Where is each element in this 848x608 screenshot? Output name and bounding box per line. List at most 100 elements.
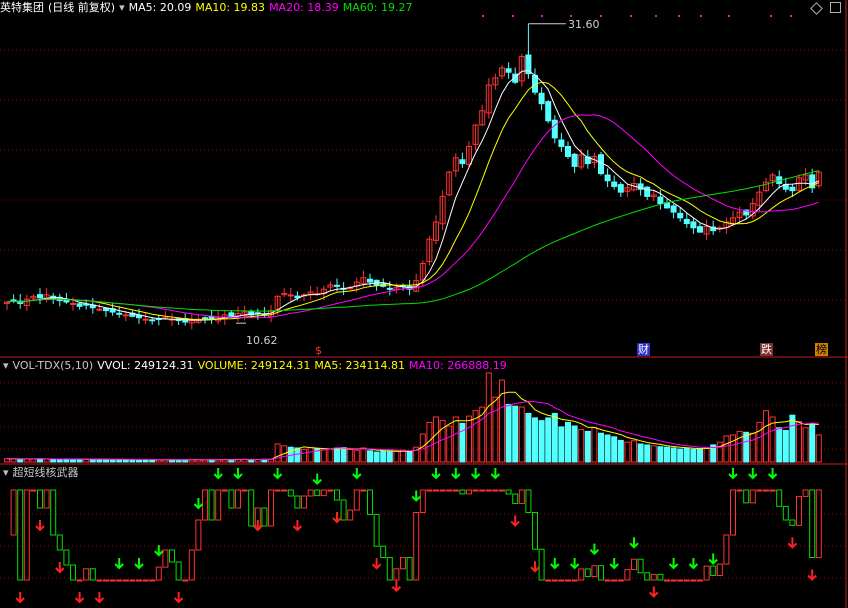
- indicator-box: [664, 579, 670, 582]
- buy-arrow: [708, 553, 718, 565]
- indicator-box: [723, 534, 730, 565]
- candle-body: [96, 308, 103, 311]
- indicator-box: [604, 579, 611, 582]
- volume-bar: [657, 446, 664, 463]
- candle-body: [334, 284, 340, 287]
- candle-body: [545, 101, 552, 122]
- volume-bar: [631, 440, 637, 463]
- indicator-box: [782, 505, 789, 521]
- candle-body: [142, 318, 149, 321]
- volume-bar: [683, 447, 690, 463]
- indicator-box: [644, 572, 651, 581]
- indicator-box: [763, 489, 769, 492]
- volume-bar: [373, 451, 380, 463]
- ma10-line: [6, 81, 820, 321]
- volume-bar: [367, 450, 373, 463]
- indicator-box: [624, 569, 631, 581]
- volume-bar: [578, 429, 585, 463]
- indicator-box: [617, 579, 624, 582]
- indicator-box: [657, 573, 664, 581]
- volume-bar: [518, 406, 525, 463]
- indicator-box: [650, 573, 657, 581]
- indicator-box: [10, 489, 17, 536]
- candle-body: [459, 159, 466, 165]
- financial-report-tag[interactable]: 财: [637, 343, 650, 356]
- indicator-box: [571, 579, 578, 582]
- indicator-box: [545, 579, 552, 582]
- candle-body: [386, 287, 393, 290]
- sell-arrow: [787, 537, 798, 549]
- sell-arrow: [332, 512, 342, 524]
- candle-body: [789, 186, 796, 192]
- indicator-box: [320, 489, 327, 497]
- indicator-box: [499, 489, 505, 492]
- indicator-box: [261, 507, 268, 527]
- indicator-box: [796, 495, 802, 526]
- volume-bar: [809, 423, 816, 463]
- dropdown-icon[interactable]: ▾: [3, 466, 9, 479]
- indicator-box: [683, 579, 690, 582]
- volume-bar: [116, 459, 123, 463]
- candle-body: [617, 184, 624, 193]
- indicator-box: [17, 489, 24, 581]
- dropdown-icon[interactable]: ▾: [119, 1, 125, 14]
- indicator-box: [56, 534, 63, 551]
- volume-bar: [677, 448, 684, 463]
- volume-bar: [565, 421, 571, 463]
- indicator-box: [492, 489, 499, 492]
- buy-arrow: [767, 468, 778, 480]
- candle-body: [103, 307, 109, 312]
- indicator-box: [169, 549, 175, 563]
- sell-arrow: [55, 562, 65, 574]
- indicator-box: [479, 489, 486, 492]
- volume-bar: [380, 450, 387, 463]
- indicator-box: [446, 489, 453, 492]
- indicator-box: [50, 489, 57, 536]
- indicator-box: [452, 489, 459, 492]
- event-tag-rank[interactable]: 榜: [815, 343, 828, 356]
- indicator-box: [96, 579, 103, 582]
- volume-bar: [492, 396, 499, 463]
- indicator-box: [327, 489, 334, 492]
- indicator-box: [301, 495, 307, 509]
- signal-dot: [630, 15, 632, 17]
- indicator-box: [221, 489, 228, 492]
- candle-body: [558, 139, 565, 147]
- candle-body: [149, 319, 156, 322]
- volume-bar: [294, 447, 301, 463]
- buy-arrow: [490, 468, 501, 480]
- indicator-box: [142, 579, 149, 582]
- price-panel-header: 英特集团 (日线 前复权) ▾ MA5: 20.09 MA10: 19.83 MA20: …: [0, 0, 417, 16]
- event-tag-dollar[interactable]: $: [315, 344, 322, 357]
- indicator-box: [578, 568, 585, 581]
- indicator-name: 超短线核武器: [12, 466, 79, 479]
- event-tag-fall[interactable]: 跌: [760, 343, 773, 356]
- sell-arrow: [649, 586, 659, 598]
- volume-bar: [545, 417, 552, 463]
- candle-body: [122, 314, 129, 317]
- ma5-label: MA5: 20.09: [128, 1, 192, 14]
- indicator-box: [116, 579, 123, 582]
- indicator-box: [677, 579, 684, 582]
- sell-arrow: [15, 592, 25, 604]
- indicator-box: [637, 558, 644, 574]
- volume-bar: [776, 427, 783, 463]
- buy-arrow: [193, 498, 204, 510]
- indicator-box: [697, 579, 703, 582]
- indicator-box: [736, 489, 743, 492]
- candle-body: [37, 294, 43, 299]
- volume-bar: [802, 427, 809, 463]
- dropdown-icon[interactable]: ▾: [3, 359, 9, 372]
- volume-bar: [459, 422, 466, 463]
- buy-arrow: [629, 537, 639, 549]
- candle-body: [677, 212, 684, 219]
- maximize-icon[interactable]: [830, 2, 841, 13]
- low-price-label: 10.62: [246, 334, 278, 347]
- volume-bar: [551, 412, 558, 463]
- indicator-box: [241, 489, 248, 492]
- vvol-label: VVOL: 249124.31: [97, 359, 194, 372]
- volume-bar: [532, 417, 538, 463]
- indicator-box: [809, 489, 816, 558]
- signal-dot: [600, 15, 602, 17]
- candle-body: [228, 312, 235, 317]
